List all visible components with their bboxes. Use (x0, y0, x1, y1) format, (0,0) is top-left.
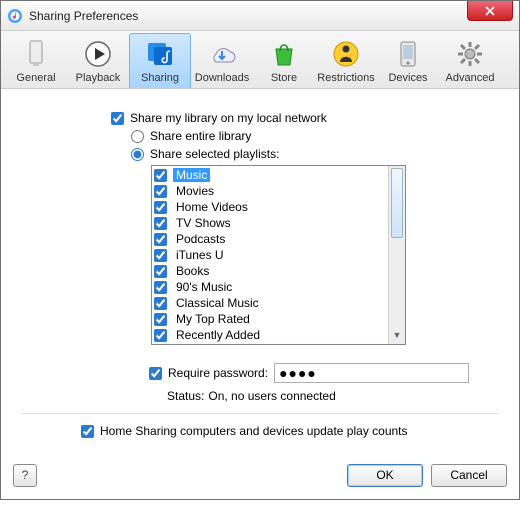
list-item[interactable]: 90's Music (154, 279, 403, 295)
playlist-label: 90's Music (173, 280, 235, 294)
playlist-label: Books (173, 264, 212, 278)
tab-label: Advanced (440, 72, 500, 84)
tab-label: Playback (68, 72, 128, 84)
status-label: Status: (167, 389, 204, 403)
playlist-checkbox[interactable] (154, 265, 167, 278)
playlist-label: TV Shows (173, 216, 234, 230)
help-button[interactable]: ? (13, 464, 37, 487)
playlist-checkbox[interactable] (154, 249, 167, 262)
tab-devices[interactable]: Devices (377, 33, 439, 88)
playlist-checkbox[interactable] (154, 329, 167, 342)
advanced-icon (454, 38, 486, 70)
tab-playback[interactable]: Playback (67, 33, 129, 88)
list-item[interactable]: TV Shows (154, 215, 403, 231)
tab-label: General (6, 72, 66, 84)
require-password-checkbox[interactable] (149, 367, 162, 380)
playlist-checkbox[interactable] (154, 201, 167, 214)
playlist-checkbox[interactable] (154, 281, 167, 294)
playlist-label: Music (173, 168, 210, 182)
restrictions-icon (330, 38, 362, 70)
cancel-button[interactable]: Cancel (431, 464, 507, 487)
status-value: On, no users connected (208, 389, 335, 403)
tab-restrictions[interactable]: Restrictions (315, 33, 377, 88)
list-item[interactable]: Classical Music (154, 295, 403, 311)
close-button[interactable] (467, 1, 513, 21)
share-entire-label: Share entire library (150, 129, 251, 143)
home-sharing-checkbox[interactable] (81, 425, 94, 438)
list-item[interactable]: Movies (154, 183, 403, 199)
scroll-down-icon[interactable]: ▼ (389, 327, 405, 344)
require-password-label: Require password: (168, 366, 268, 380)
list-item[interactable]: Books (154, 263, 403, 279)
password-field[interactable] (274, 363, 469, 383)
list-item[interactable]: iTunes U (154, 247, 403, 263)
playlist-checkbox[interactable] (154, 217, 167, 230)
itunes-icon (7, 8, 23, 24)
tab-downloads[interactable]: Downloads (191, 33, 253, 88)
tab-store[interactable]: Store (253, 33, 315, 88)
titlebar: Sharing Preferences (1, 1, 519, 31)
playlist-checkbox[interactable] (154, 313, 167, 326)
sharing-icon (144, 38, 176, 70)
playlist-label: Movies (173, 184, 217, 198)
tab-advanced[interactable]: Advanced (439, 33, 501, 88)
list-item[interactable]: Home Videos (154, 199, 403, 215)
ok-button[interactable]: OK (347, 464, 423, 487)
playback-icon (82, 38, 114, 70)
playlist-list[interactable]: Music Movies Home Videos TV Shows Podcasts iT… (151, 165, 406, 345)
scroll-thumb[interactable] (391, 168, 403, 238)
scrollbar[interactable]: ▲ ▼ (388, 166, 405, 344)
list-item[interactable]: Podcasts (154, 231, 403, 247)
list-item[interactable]: My Top Rated (154, 311, 403, 327)
playlist-label: Classical Music (173, 296, 262, 310)
home-sharing-label: Home Sharing computers and devices updat… (100, 424, 408, 438)
tab-label: Devices (378, 72, 438, 84)
playlist-label: Podcasts (173, 232, 228, 246)
devices-icon (392, 38, 424, 70)
content-pane: Share my library on my local network Sha… (1, 89, 519, 456)
tab-general[interactable]: General (5, 33, 67, 88)
tab-bar: General Playback Sharing Downloads Store (1, 31, 519, 89)
playlist-checkbox[interactable] (154, 185, 167, 198)
general-icon (20, 38, 52, 70)
share-entire-radio[interactable] (131, 130, 144, 143)
store-icon (268, 38, 300, 70)
share-selected-radio[interactable] (131, 148, 144, 161)
list-item[interactable]: Music (154, 167, 403, 183)
tab-sharing[interactable]: Sharing (129, 33, 191, 88)
share-library-label: Share my library on my local network (130, 111, 327, 125)
downloads-icon (206, 38, 238, 70)
tab-label: Store (254, 72, 314, 84)
playlist-checkbox[interactable] (154, 297, 167, 310)
playlist-checkbox[interactable] (154, 169, 167, 182)
preferences-window: Sharing Preferences General Playback Sha… (0, 0, 520, 500)
playlist-label: iTunes U (173, 248, 227, 262)
tab-label: Sharing (130, 72, 190, 84)
window-title: Sharing Preferences (29, 9, 138, 23)
divider (21, 413, 499, 414)
playlist-label: Home Videos (173, 200, 251, 214)
share-selected-label: Share selected playlists: (150, 147, 279, 161)
playlist-label: Recently Added (173, 328, 263, 342)
tab-label: Downloads (192, 72, 252, 84)
list-item[interactable]: Recently Added (154, 327, 403, 343)
playlist-checkbox[interactable] (154, 233, 167, 246)
playlist-label: My Top Rated (173, 312, 253, 326)
tab-label: Restrictions (316, 72, 376, 84)
share-library-checkbox[interactable] (111, 112, 124, 125)
footer: ? OK Cancel (1, 456, 519, 499)
